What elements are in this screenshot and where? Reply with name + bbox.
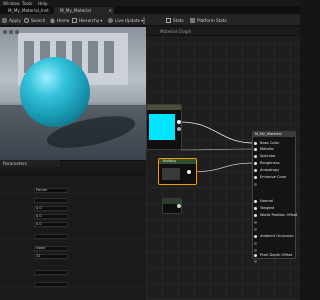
material-input-roughness[interactable]: Roughness [254, 160, 280, 166]
material-input-tangent[interactable]: Tangent [254, 205, 274, 211]
input-label: Base Color [260, 141, 280, 145]
input-pin[interactable] [254, 168, 257, 172]
output-pin[interactable] [187, 170, 191, 174]
input-label: Tangent [260, 206, 275, 210]
input-label: World Position Offset [260, 213, 298, 217]
material-input-unnamed[interactable] [254, 258, 260, 264]
input-pin[interactable] [254, 227, 257, 231]
node-title: Multiply [163, 159, 177, 163]
material-input-ambient-occlusion[interactable]: Ambient Occlusion [254, 233, 294, 239]
input-pin[interactable] [254, 253, 257, 257]
input-label: Roughness [260, 161, 280, 165]
input-pin[interactable] [254, 206, 257, 210]
material-input-anisotropy[interactable]: Anisotropy [254, 167, 279, 173]
material-input-emissive-color[interactable]: Emissive Color [254, 174, 286, 180]
input-label: Normal [260, 199, 274, 203]
material-input-normal[interactable]: Normal [254, 198, 273, 204]
input-label: Metallic [260, 147, 274, 151]
input-pin[interactable] [254, 147, 257, 151]
material-input-unnamed[interactable] [254, 240, 260, 246]
input-pin[interactable] [254, 213, 257, 217]
material-input-unnamed[interactable] [254, 226, 260, 232]
material-output-title: M_My_Material [255, 132, 282, 136]
material-input-metallic[interactable]: Metallic [254, 146, 274, 152]
material-input-unnamed[interactable] [254, 181, 260, 187]
input-label: Specular [260, 154, 276, 158]
input-pin[interactable] [254, 175, 257, 179]
input-pin[interactable] [254, 199, 257, 203]
node-preview [162, 168, 180, 180]
input-label: Ambient Occlusion [260, 234, 294, 238]
input-pin[interactable] [254, 259, 257, 263]
selected-node[interactable]: Multiply [158, 158, 197, 185]
input-pin[interactable] [254, 141, 257, 145]
input-pin[interactable] [254, 182, 257, 186]
node-header: Multiply [159, 159, 196, 164]
material-input-unnamed[interactable] [254, 219, 260, 225]
input-pin[interactable] [254, 154, 257, 158]
input-pin[interactable] [254, 220, 257, 224]
input-pin[interactable] [254, 241, 257, 245]
material-input-specular[interactable]: Specular [254, 153, 276, 159]
node-header [147, 105, 181, 110]
output-pin[interactable] [177, 204, 181, 208]
input-pin[interactable] [254, 234, 257, 238]
input-label: Anisotropy [260, 168, 280, 172]
input-label: Pixel Depth Offset [260, 253, 293, 257]
output-pin[interactable] [177, 120, 181, 124]
material-output-header: M_My_Material [252, 131, 296, 137]
material-input-world-position-offset[interactable]: World Position Offset [254, 212, 297, 218]
input-label: Emissive Color [260, 175, 287, 179]
output-pin[interactable] [177, 127, 181, 131]
color-swatch [149, 114, 175, 140]
input-pin[interactable] [254, 161, 257, 165]
